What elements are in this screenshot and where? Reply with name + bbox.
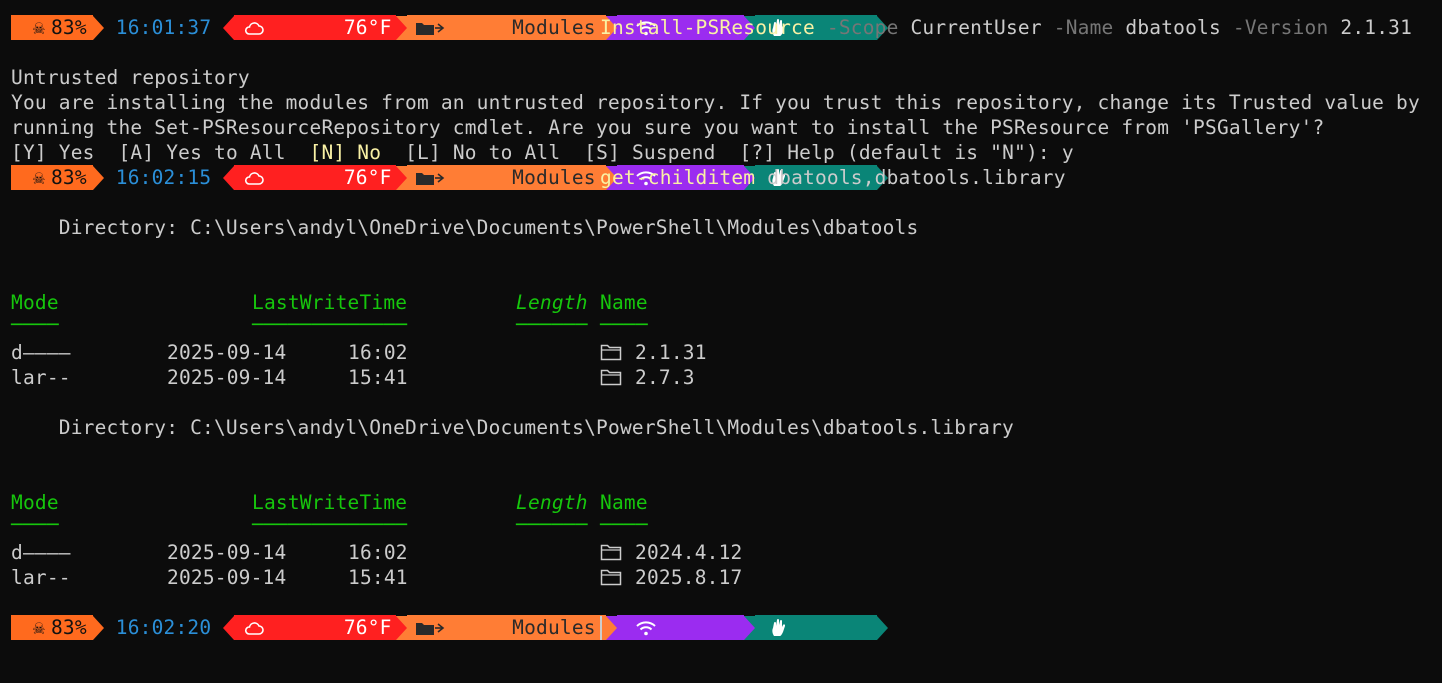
row-mode: lar--: [11, 566, 71, 589]
weather-segment: 76°F: [234, 615, 396, 640]
folder-icon: [600, 568, 622, 593]
header-underline: ────: [600, 313, 648, 336]
command-param: -Name: [1053, 16, 1114, 39]
header-underline: ──────: [516, 513, 588, 536]
row-time: 16:02: [348, 541, 408, 564]
prompt-line-3: ☠ 83% 16:02:20 76°F Modules: [11, 615, 888, 640]
hand-icon: [771, 573, 867, 683]
weather-temp: 76°F: [343, 166, 392, 189]
header-underline: ─────────────: [252, 313, 408, 336]
header-underline: ─────────────: [252, 513, 408, 536]
segment-separator: [605, 615, 617, 640]
row-name[interactable]: 2.1.31: [635, 340, 707, 365]
prompt-time: 16:01:37: [115, 16, 212, 39]
segment-separator: [223, 15, 235, 40]
header-underline: ────: [600, 513, 648, 536]
row-date: 2025-09-14: [167, 341, 287, 364]
hand-icon: [771, 0, 867, 83]
row-time: 15:41: [348, 566, 408, 589]
cloud-icon: [244, 575, 340, 681]
skull-icon: ☠: [33, 16, 45, 39]
segment-separator: [223, 615, 235, 640]
command-param: -Scope: [826, 16, 899, 39]
battery-level: 83%: [50, 616, 87, 639]
segment-separator: [92, 15, 104, 40]
command-args: dbatools,dbatools.library: [767, 166, 1066, 189]
text-cursor[interactable]: [600, 616, 602, 640]
current-directory: Modules: [512, 16, 596, 39]
prompt-time: 16:02:15: [115, 166, 212, 189]
row-date: 2025-09-14: [167, 366, 287, 389]
command-name: get-childitem: [600, 166, 756, 189]
battery-segment: ☠ 83%: [11, 15, 93, 40]
header-underline: ────: [11, 313, 59, 336]
folder-icon: [600, 343, 622, 368]
warning-text: You are installing the modules from an u…: [11, 91, 1420, 114]
wifi-icon: [635, 0, 731, 82]
segment-separator: [223, 165, 235, 190]
command-line-2: get-childitem dbatools,dbatools.library: [600, 165, 1066, 190]
command-name: Install-PSResource: [600, 16, 815, 39]
row-time: 15:41: [348, 366, 408, 389]
confirm-options: [Y] Yes [A] Yes to All [N] No [L] No to …: [11, 140, 1074, 165]
row-name[interactable]: 2.7.3: [635, 365, 695, 390]
row-mode: lar--: [11, 366, 71, 389]
segment-separator: [395, 615, 407, 640]
row-name[interactable]: 2024.4.12: [635, 540, 742, 565]
folder-icon: [415, 0, 511, 82]
directory-segment: Modules: [406, 15, 606, 40]
skull-icon: ☠: [33, 616, 45, 639]
prompt-time: 16:02:20: [115, 616, 212, 639]
segment-separator: [744, 615, 756, 640]
command-param: -Version: [1232, 16, 1329, 39]
current-directory: Modules: [512, 616, 596, 639]
weather-temp: 76°F: [343, 616, 392, 639]
folder-icon: [415, 574, 511, 682]
current-directory: Modules: [512, 166, 596, 189]
folder-icon: [600, 543, 622, 568]
weather-segment: 76°F: [234, 15, 396, 40]
row-mode: d————: [11, 341, 71, 364]
wifi-segment: [616, 615, 745, 640]
cloud-icon: [244, 0, 340, 81]
segment-separator: [92, 615, 104, 640]
command-value: CurrentUser: [910, 16, 1042, 39]
segment-separator: [395, 15, 407, 40]
battery-level: 83%: [50, 166, 87, 189]
status-segment: [755, 615, 877, 640]
battery-level: 83%: [50, 16, 87, 39]
command-value: 2.1.31: [1340, 16, 1413, 39]
weather-temp: 76°F: [343, 16, 392, 39]
warning-title: Untrusted repository: [11, 66, 250, 89]
header-underline: ────: [11, 513, 59, 536]
directory-segment: Modules: [406, 615, 606, 640]
segment-separator: [876, 615, 888, 640]
option-yes: [Y] Yes: [11, 141, 95, 164]
header-underline: ──────: [516, 313, 588, 336]
row-time: 16:02: [348, 341, 408, 364]
terminal-window[interactable]: ☠ 83% 16:01:37 76°F Modules Install-PSRe…: [0, 0, 1442, 656]
segment-separator: [395, 165, 407, 190]
battery-segment: ☠ 83%: [11, 615, 93, 640]
row-mode: d————: [11, 541, 71, 564]
directory-header: Directory: C:\Users\andyl\OneDrive\Docum…: [11, 416, 1014, 439]
segment-separator: [92, 165, 104, 190]
directory-header: Directory: C:\Users\andyl\OneDrive\Docum…: [11, 216, 919, 239]
wifi-icon: [635, 574, 731, 682]
battery-segment: ☠ 83%: [11, 165, 93, 190]
weather-segment: 76°F: [234, 165, 396, 190]
row-date: 2025-09-14: [167, 541, 287, 564]
directory-segment: Modules: [406, 165, 606, 190]
command-line-1: Install-PSResource -Scope CurrentUser -N…: [600, 15, 1412, 40]
command-value: dbatools: [1125, 16, 1221, 39]
folder-icon: [600, 368, 622, 393]
skull-icon: ☠: [33, 166, 45, 189]
